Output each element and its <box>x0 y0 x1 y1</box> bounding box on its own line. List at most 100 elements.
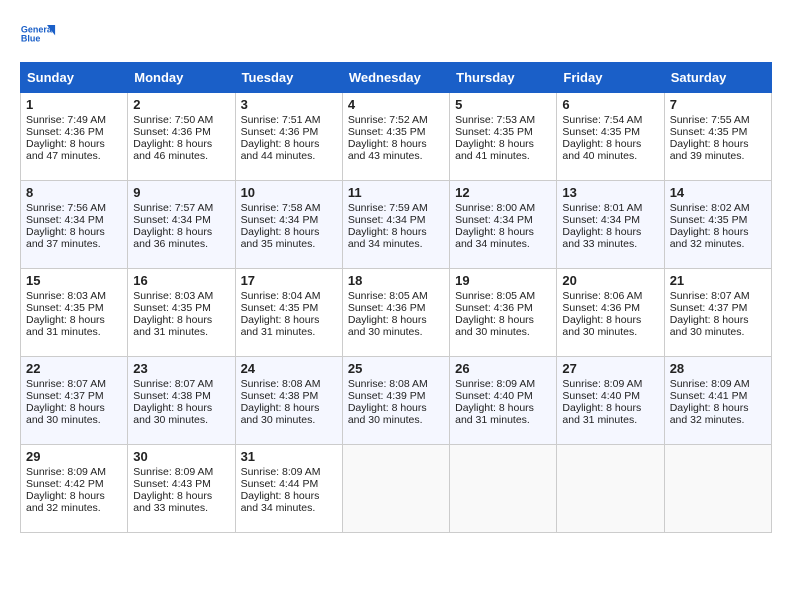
cell-line: Sunrise: 8:05 AM <box>455 290 551 302</box>
day-header-thursday: Thursday <box>450 63 557 93</box>
cell-line: Sunset: 4:44 PM <box>241 478 337 490</box>
cell-line: and 31 minutes. <box>562 414 658 426</box>
calendar-header-row: SundayMondayTuesdayWednesdayThursdayFrid… <box>21 63 772 93</box>
day-number: 23 <box>133 361 229 376</box>
calendar-cell <box>342 445 449 533</box>
cell-line: Sunrise: 7:53 AM <box>455 114 551 126</box>
cell-line: Sunrise: 8:02 AM <box>670 202 766 214</box>
calendar-cell: 23Sunrise: 8:07 AMSunset: 4:38 PMDayligh… <box>128 357 235 445</box>
calendar-cell <box>557 445 664 533</box>
cell-line: and 30 minutes. <box>670 326 766 338</box>
calendar-week-4: 22Sunrise: 8:07 AMSunset: 4:37 PMDayligh… <box>21 357 772 445</box>
calendar-cell: 4Sunrise: 7:52 AMSunset: 4:35 PMDaylight… <box>342 93 449 181</box>
cell-line: Sunset: 4:36 PM <box>348 302 444 314</box>
cell-line: Sunrise: 8:05 AM <box>348 290 444 302</box>
calendar-cell: 15Sunrise: 8:03 AMSunset: 4:35 PMDayligh… <box>21 269 128 357</box>
cell-line: Sunset: 4:35 PM <box>348 126 444 138</box>
cell-line: Sunrise: 8:09 AM <box>26 466 122 478</box>
cell-line: Sunrise: 7:58 AM <box>241 202 337 214</box>
day-number: 2 <box>133 97 229 112</box>
cell-line: Sunset: 4:35 PM <box>133 302 229 314</box>
cell-line: Sunset: 4:36 PM <box>455 302 551 314</box>
cell-line: Sunset: 4:36 PM <box>133 126 229 138</box>
cell-line: Sunset: 4:41 PM <box>670 390 766 402</box>
cell-line: Daylight: 8 hours <box>455 402 551 414</box>
calendar-cell: 12Sunrise: 8:00 AMSunset: 4:34 PMDayligh… <box>450 181 557 269</box>
cell-line: Sunset: 4:34 PM <box>348 214 444 226</box>
cell-line: and 32 minutes. <box>670 238 766 250</box>
cell-line: Sunset: 4:34 PM <box>26 214 122 226</box>
day-number: 12 <box>455 185 551 200</box>
cell-line: and 40 minutes. <box>562 150 658 162</box>
cell-line: Sunset: 4:34 PM <box>133 214 229 226</box>
cell-line: Sunset: 4:35 PM <box>26 302 122 314</box>
day-number: 30 <box>133 449 229 464</box>
cell-line: and 47 minutes. <box>26 150 122 162</box>
cell-line: Sunrise: 8:00 AM <box>455 202 551 214</box>
day-number: 21 <box>670 273 766 288</box>
calendar-week-5: 29Sunrise: 8:09 AMSunset: 4:42 PMDayligh… <box>21 445 772 533</box>
cell-line: Sunrise: 8:09 AM <box>133 466 229 478</box>
cell-line: Daylight: 8 hours <box>670 314 766 326</box>
cell-line: and 33 minutes. <box>133 502 229 514</box>
cell-line: Sunrise: 7:55 AM <box>670 114 766 126</box>
cell-line: Daylight: 8 hours <box>26 402 122 414</box>
calendar-cell: 10Sunrise: 7:58 AMSunset: 4:34 PMDayligh… <box>235 181 342 269</box>
day-number: 5 <box>455 97 551 112</box>
day-header-saturday: Saturday <box>664 63 771 93</box>
cell-line: Sunrise: 7:52 AM <box>348 114 444 126</box>
cell-line: and 34 minutes. <box>348 238 444 250</box>
day-number: 19 <box>455 273 551 288</box>
cell-line: Sunrise: 8:03 AM <box>133 290 229 302</box>
day-number: 29 <box>26 449 122 464</box>
cell-line: Daylight: 8 hours <box>133 402 229 414</box>
day-number: 14 <box>670 185 766 200</box>
cell-line: Sunrise: 8:09 AM <box>562 378 658 390</box>
cell-line: and 44 minutes. <box>241 150 337 162</box>
calendar-cell: 2Sunrise: 7:50 AMSunset: 4:36 PMDaylight… <box>128 93 235 181</box>
cell-line: Sunset: 4:38 PM <box>241 390 337 402</box>
cell-line: and 34 minutes. <box>455 238 551 250</box>
day-number: 18 <box>348 273 444 288</box>
calendar-cell: 6Sunrise: 7:54 AMSunset: 4:35 PMDaylight… <box>557 93 664 181</box>
cell-line: and 46 minutes. <box>133 150 229 162</box>
calendar-cell: 29Sunrise: 8:09 AMSunset: 4:42 PMDayligh… <box>21 445 128 533</box>
calendar-body: 1Sunrise: 7:49 AMSunset: 4:36 PMDaylight… <box>21 93 772 533</box>
calendar-cell: 9Sunrise: 7:57 AMSunset: 4:34 PMDaylight… <box>128 181 235 269</box>
cell-line: Daylight: 8 hours <box>348 402 444 414</box>
cell-line: Sunset: 4:39 PM <box>348 390 444 402</box>
day-number: 17 <box>241 273 337 288</box>
day-number: 27 <box>562 361 658 376</box>
day-number: 25 <box>348 361 444 376</box>
cell-line: and 32 minutes. <box>26 502 122 514</box>
calendar-cell: 7Sunrise: 7:55 AMSunset: 4:35 PMDaylight… <box>664 93 771 181</box>
calendar-week-3: 15Sunrise: 8:03 AMSunset: 4:35 PMDayligh… <box>21 269 772 357</box>
cell-line: Sunset: 4:37 PM <box>670 302 766 314</box>
calendar-cell: 17Sunrise: 8:04 AMSunset: 4:35 PMDayligh… <box>235 269 342 357</box>
day-number: 1 <box>26 97 122 112</box>
cell-line: Sunrise: 8:03 AM <box>26 290 122 302</box>
cell-line: Sunset: 4:35 PM <box>670 126 766 138</box>
cell-line: Daylight: 8 hours <box>26 314 122 326</box>
cell-line: Sunrise: 8:01 AM <box>562 202 658 214</box>
cell-line: and 37 minutes. <box>26 238 122 250</box>
day-header-friday: Friday <box>557 63 664 93</box>
cell-line: and 30 minutes. <box>26 414 122 426</box>
day-header-monday: Monday <box>128 63 235 93</box>
calendar-cell: 8Sunrise: 7:56 AMSunset: 4:34 PMDaylight… <box>21 181 128 269</box>
cell-line: and 30 minutes. <box>562 326 658 338</box>
day-number: 4 <box>348 97 444 112</box>
cell-line: Sunrise: 8:04 AM <box>241 290 337 302</box>
cell-line: and 31 minutes. <box>133 326 229 338</box>
cell-line: Sunrise: 7:59 AM <box>348 202 444 214</box>
cell-line: Daylight: 8 hours <box>670 138 766 150</box>
calendar-cell: 27Sunrise: 8:09 AMSunset: 4:40 PMDayligh… <box>557 357 664 445</box>
cell-line: and 30 minutes. <box>133 414 229 426</box>
cell-line: Sunset: 4:35 PM <box>562 126 658 138</box>
calendar-cell: 11Sunrise: 7:59 AMSunset: 4:34 PMDayligh… <box>342 181 449 269</box>
cell-line: Sunset: 4:34 PM <box>455 214 551 226</box>
cell-line: Sunset: 4:42 PM <box>26 478 122 490</box>
cell-line: and 32 minutes. <box>670 414 766 426</box>
cell-line: Daylight: 8 hours <box>241 138 337 150</box>
calendar-week-2: 8Sunrise: 7:56 AMSunset: 4:34 PMDaylight… <box>21 181 772 269</box>
